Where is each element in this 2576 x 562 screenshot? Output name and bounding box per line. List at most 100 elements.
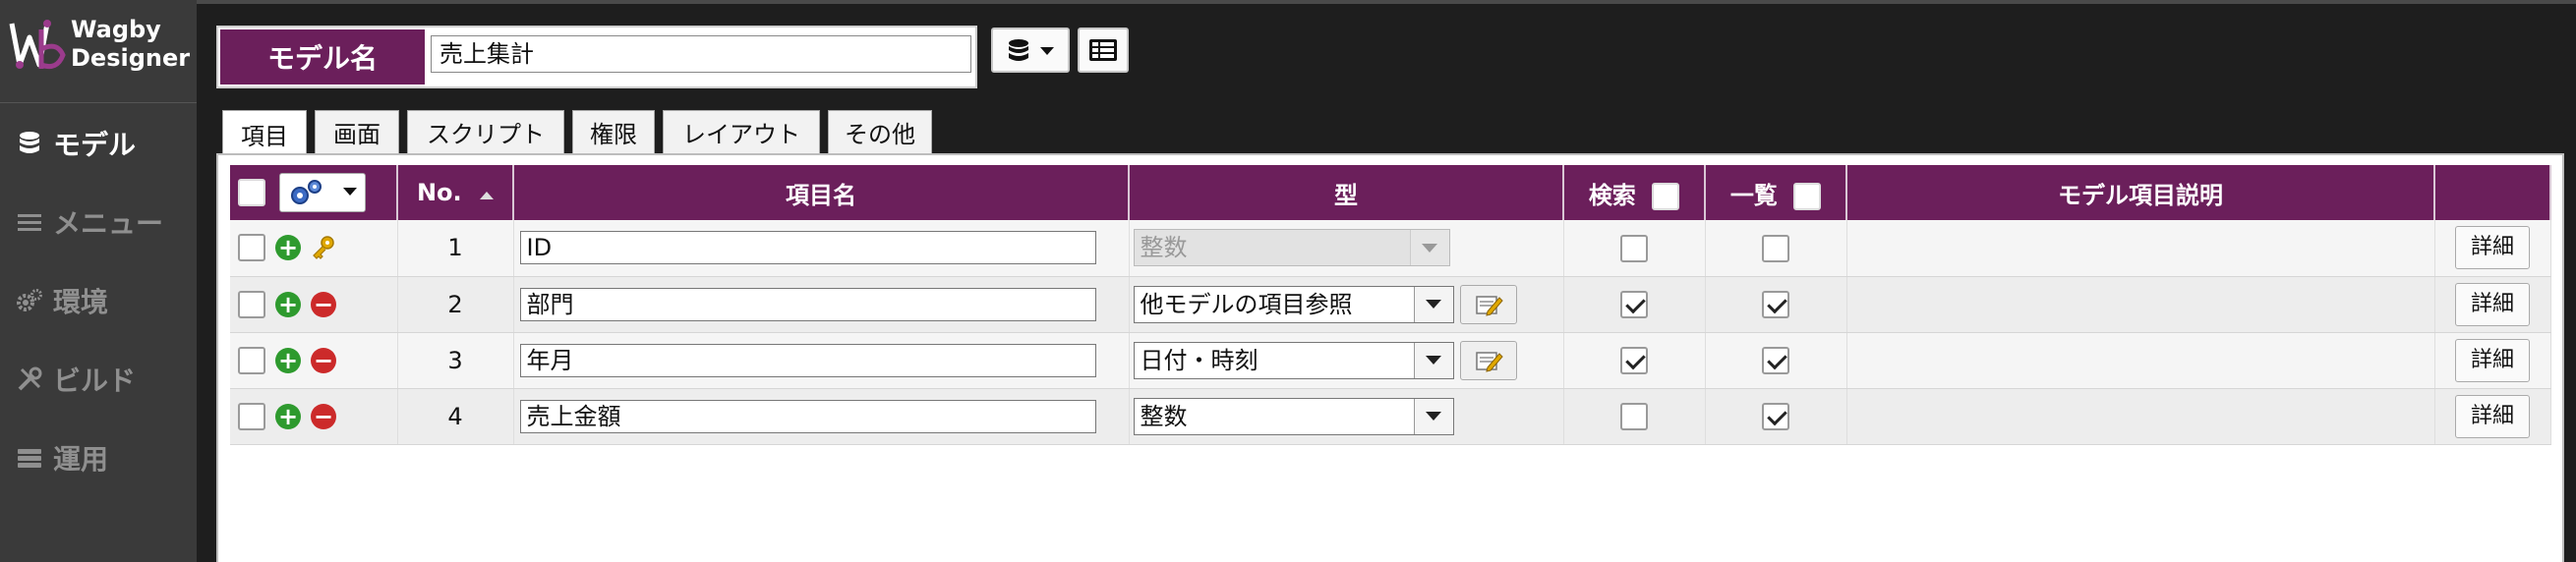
table-row: + 1 ID 整数 詳細 xyxy=(230,220,2551,277)
table-row: + − 4 売上金額 整数 詳細 xyxy=(230,388,2551,445)
table-row: + − 2 部門 他モデルの項目参照 詳細 xyxy=(230,276,2551,333)
tab-permission[interactable]: 権限 xyxy=(572,110,655,153)
sidebar-item-label: 運用 xyxy=(53,443,109,476)
divider xyxy=(0,102,197,103)
type-select: 整数 xyxy=(1133,229,1450,267)
row-select-checkbox[interactable] xyxy=(238,402,265,430)
row-select-checkbox[interactable] xyxy=(238,290,265,318)
type-select-value: 整数 xyxy=(1140,402,1188,430)
type-select[interactable]: 日付・時刻 xyxy=(1133,341,1454,379)
model-name-input[interactable]: 売上集計 xyxy=(431,35,971,73)
sidebar-item-operation[interactable]: 運用 xyxy=(16,438,108,478)
sidebar-item-label: メニュー xyxy=(53,207,164,240)
app-logo[interactable]: Wagby Designer xyxy=(0,4,197,102)
sidebar-item-label: ビルド xyxy=(53,365,137,397)
row-number: 3 xyxy=(397,332,514,389)
tab-screen[interactable]: 画面 xyxy=(315,110,399,153)
column-header-search: 検索 xyxy=(1563,165,1706,220)
tab-items[interactable]: 項目 xyxy=(222,110,307,157)
remove-row-icon[interactable]: − xyxy=(311,403,336,429)
sidebar: Wagby Designer モデル メニュー 環境 ビルド 運用 xyxy=(0,0,197,562)
type-select-value: 日付・時刻 xyxy=(1140,346,1259,374)
select-all-checkbox[interactable] xyxy=(238,179,265,206)
column-header-no[interactable]: No. xyxy=(397,165,514,220)
column-header-type: 型 xyxy=(1129,165,1564,220)
list-icon xyxy=(1089,39,1117,61)
search-checkbox[interactable] xyxy=(1620,403,1648,430)
detail-button[interactable]: 詳細 xyxy=(2455,282,2530,326)
detail-button[interactable]: 詳細 xyxy=(2455,338,2530,382)
edit-icon xyxy=(1475,295,1503,316)
detail-button[interactable]: 詳細 xyxy=(2455,226,2530,270)
type-select-value: 他モデルの項目参照 xyxy=(1140,290,1353,318)
column-header-label: 一覧 xyxy=(1729,181,1778,209)
column-header-label: No. xyxy=(416,179,462,206)
gears-icon xyxy=(17,289,42,311)
row-number: 1 xyxy=(397,220,514,277)
chevron-down-icon xyxy=(343,188,358,196)
column-options-dropdown[interactable] xyxy=(279,173,367,212)
gears-icon xyxy=(291,180,322,204)
chevron-down-icon xyxy=(1413,286,1453,322)
header-tools-cell xyxy=(230,165,398,220)
type-select-value: 整数 xyxy=(1140,234,1188,262)
tab-other[interactable]: その他 xyxy=(828,110,932,153)
type-select[interactable]: 他モデルの項目参照 xyxy=(1133,285,1454,323)
row-select-checkbox[interactable] xyxy=(238,234,265,262)
description-cell xyxy=(1846,220,2435,277)
column-header-name: 項目名 xyxy=(513,165,1130,220)
key-icon xyxy=(313,236,334,260)
description-cell xyxy=(1846,332,2435,389)
remove-row-icon[interactable]: − xyxy=(311,291,336,317)
item-name-input[interactable]: 部門 xyxy=(519,287,1096,321)
search-checkbox[interactable] xyxy=(1620,234,1648,262)
database-icon xyxy=(1009,39,1054,61)
add-row-icon[interactable]: + xyxy=(275,235,301,261)
list-checkbox[interactable] xyxy=(1762,234,1789,262)
row-number: 4 xyxy=(397,388,514,445)
list-checkbox[interactable] xyxy=(1762,347,1789,374)
server-icon xyxy=(18,449,41,468)
type-settings-button[interactable] xyxy=(1459,284,1517,324)
model-name-box: モデル名 売上集計 xyxy=(216,26,977,88)
list-checkbox[interactable] xyxy=(1762,403,1789,430)
sidebar-item-environment[interactable]: 環境 xyxy=(16,281,108,320)
item-name-input[interactable]: 年月 xyxy=(519,343,1096,377)
chevron-down-icon xyxy=(1409,230,1449,266)
tools-icon xyxy=(18,366,42,391)
item-name-input[interactable]: 売上金額 xyxy=(519,399,1096,433)
sidebar-item-label: モデル xyxy=(53,129,137,161)
remove-row-icon[interactable]: − xyxy=(311,347,336,373)
sort-asc-icon xyxy=(480,192,495,199)
logo-title: Wagby xyxy=(71,16,161,43)
sidebar-item-model[interactable]: モデル xyxy=(16,124,136,163)
wagby-logo-icon xyxy=(9,20,66,70)
detail-button[interactable]: 詳細 xyxy=(2455,394,2530,438)
list-all-checkbox[interactable] xyxy=(1793,182,1822,210)
search-all-checkbox[interactable] xyxy=(1652,182,1680,210)
list-checkbox[interactable] xyxy=(1762,291,1789,318)
column-header-list: 一覧 xyxy=(1705,165,1847,220)
tab-layout[interactable]: レイアウト xyxy=(663,110,820,153)
menu-icon xyxy=(18,214,41,231)
tab-script[interactable]: スクリプト xyxy=(407,110,564,153)
type-settings-button[interactable] xyxy=(1459,340,1517,380)
search-checkbox[interactable] xyxy=(1620,347,1648,374)
item-name-input[interactable]: ID xyxy=(519,231,1096,265)
row-select-checkbox[interactable] xyxy=(238,346,265,374)
database-icon xyxy=(20,132,39,153)
table-row: + − 3 年月 日付・時刻 詳細 xyxy=(230,332,2551,389)
column-header-description: モデル項目説明 xyxy=(1846,165,2435,220)
list-view-button[interactable] xyxy=(1078,28,1129,73)
add-row-icon[interactable]: + xyxy=(275,347,301,373)
database-dropdown-button[interactable] xyxy=(991,28,1070,73)
column-header-label: 検索 xyxy=(1588,181,1636,209)
search-checkbox[interactable] xyxy=(1620,291,1648,318)
sidebar-item-build[interactable]: ビルド xyxy=(16,360,136,399)
items-panel: No. 項目名 型 検索 一覧 モデル項目説明 + 1 ID 整数 詳細 + −… xyxy=(216,153,2564,562)
add-row-icon[interactable]: + xyxy=(275,403,301,429)
sidebar-item-menu[interactable]: メニュー xyxy=(16,202,163,242)
model-name-label: モデル名 xyxy=(220,29,425,84)
add-row-icon[interactable]: + xyxy=(275,291,301,317)
type-select[interactable]: 整数 xyxy=(1133,397,1454,435)
